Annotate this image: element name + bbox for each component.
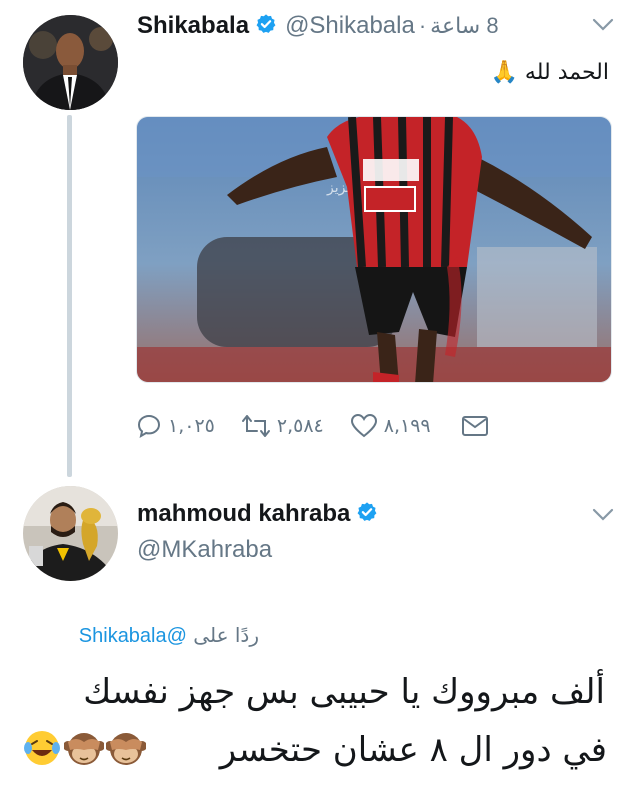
reply-icon xyxy=(137,414,161,439)
replying-to-mention-link[interactable]: @Shikabala xyxy=(79,625,187,647)
reply-text-line-2: في دور ال ٨ عشان حتخسر xyxy=(219,730,607,770)
retweet-count: ٢,٥٨٤ xyxy=(276,415,324,437)
reply-count: ١,٠٢٥ xyxy=(168,415,215,437)
replying-to-label: ردًا على xyxy=(193,623,259,647)
timestamp[interactable]: 8 ساعة xyxy=(430,13,498,39)
envelope-icon xyxy=(461,416,488,436)
tweet-actions-bar: ١,٠٢٥ ٢,٥٨٤ ٨,١٩٩ xyxy=(136,408,556,444)
see-no-evil-monkey-icon xyxy=(106,733,146,765)
chevron-down-icon[interactable] xyxy=(592,18,614,37)
reply-name-row: mahmoud kahraba xyxy=(137,500,378,528)
avatar[interactable] xyxy=(23,15,118,110)
chevron-down-icon[interactable] xyxy=(592,508,614,527)
reply-handle-row: @MKahraba xyxy=(137,536,272,564)
laughing-tears-emoji-icon xyxy=(24,731,60,765)
thread-connector-line xyxy=(67,115,72,477)
retweet-icon xyxy=(241,415,270,437)
tweet-text: الحمد لله 🙏 xyxy=(490,60,609,85)
reply-text-line-1: ألف مبرووك يا حبيبى بس جهز نفسك xyxy=(83,672,605,712)
display-name[interactable]: mahmoud kahraba xyxy=(137,500,350,528)
user-handle[interactable]: @MKahraba xyxy=(137,536,272,564)
display-name[interactable]: Shikabala xyxy=(137,12,249,40)
like-count: ٨,١٩٩ xyxy=(383,415,431,437)
reply-emoji-row xyxy=(22,728,146,768)
tweet-header: Shikabala @Shikabala · 8 ساعة xyxy=(137,12,499,40)
avatar[interactable] xyxy=(23,486,118,581)
like-button[interactable]: ٨,١٩٩ xyxy=(350,413,431,439)
heart-icon xyxy=(350,413,377,438)
see-no-evil-monkey-icon xyxy=(64,733,104,765)
direct-message-button[interactable] xyxy=(461,414,495,438)
verified-badge-icon xyxy=(255,13,277,40)
separator-dot: · xyxy=(418,13,427,38)
replying-to-context: ردًا على @Shikabala xyxy=(79,623,259,648)
retweet-button[interactable]: ٢,٥٨٤ xyxy=(241,413,324,439)
verified-badge-icon xyxy=(356,501,378,528)
reply-button[interactable]: ١,٠٢٥ xyxy=(136,413,215,439)
user-handle[interactable]: @Shikabala xyxy=(285,12,415,40)
tweet-media-image[interactable]: لعزيز xyxy=(136,116,612,383)
